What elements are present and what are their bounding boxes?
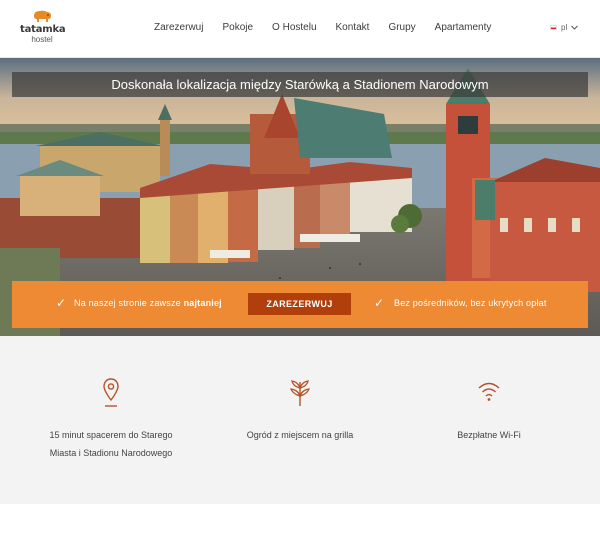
feature-location: 15 minut spacerem do Starego Miasta i St… (31, 378, 191, 462)
language-selector[interactable]: pl (550, 23, 579, 32)
nav-item-grupy[interactable]: Grupy (388, 22, 415, 33)
language-code: pl (561, 23, 568, 32)
check-icon: ✓ (56, 296, 67, 310)
feature-wifi: Bezpłatne Wi-Fi (409, 378, 569, 444)
logo[interactable]: tatamka hostel (20, 9, 66, 44)
check-icon: ✓ (374, 296, 385, 310)
booking-cta-bar: ✓ Na naszej stronie zawsze najtaniej ZAR… (12, 281, 588, 328)
logo-subtitle: hostel (31, 35, 53, 44)
bison-logo-icon (34, 10, 51, 22)
site-header: tatamka hostel Zarezerwuj Pokoje O Hoste… (0, 0, 600, 58)
main-nav: Zarezerwuj Pokoje O Hostelu Kontakt Grup… (154, 22, 510, 33)
chevron-down-icon (571, 25, 579, 30)
hero-section: Doskonała lokalizacja między Starówką a … (0, 58, 600, 336)
page-footer-area (0, 504, 600, 560)
location-pin-icon (103, 378, 119, 407)
book-now-button[interactable]: ZAREZERWUJ (248, 293, 351, 315)
hero-title: Doskonała lokalizacja między Starówką a … (111, 77, 489, 92)
nav-item-apartamenty[interactable]: Apartamenty (435, 22, 492, 33)
nav-item-o-hostelu[interactable]: O Hostelu (272, 22, 316, 33)
nav-item-pokoje[interactable]: Pokoje (222, 22, 253, 33)
nav-item-kontakt[interactable]: Kontakt (336, 22, 370, 33)
poland-flag-icon (550, 25, 557, 30)
cheapest-highlight: najtaniej (183, 298, 222, 308)
cheapest-price-text: Na naszej stronie zawsze najtaniej (74, 298, 222, 308)
feature-wifi-text: Bezpłatne Wi-Fi (457, 430, 521, 440)
hero-title-banner: Doskonała lokalizacja między Starówką a … (12, 72, 588, 97)
feature-garden: Ogród z miejscem na grilla (220, 378, 380, 444)
feature-garden-text: Ogród z miejscem na grilla (246, 430, 354, 440)
logo-name: tatamka (20, 24, 66, 35)
no-hidden-fees-text: Bez pośredników, bez ukrytych opłat (394, 298, 547, 308)
features-section: 15 minut spacerem do Starego Miasta i St… (0, 336, 600, 504)
nav-item-zarezerwuj[interactable]: Zarezerwuj (154, 22, 203, 33)
leaf-icon (289, 380, 311, 406)
wifi-icon (478, 382, 500, 401)
feature-location-text: 15 minut spacerem do Starego Miasta i St… (49, 430, 173, 458)
